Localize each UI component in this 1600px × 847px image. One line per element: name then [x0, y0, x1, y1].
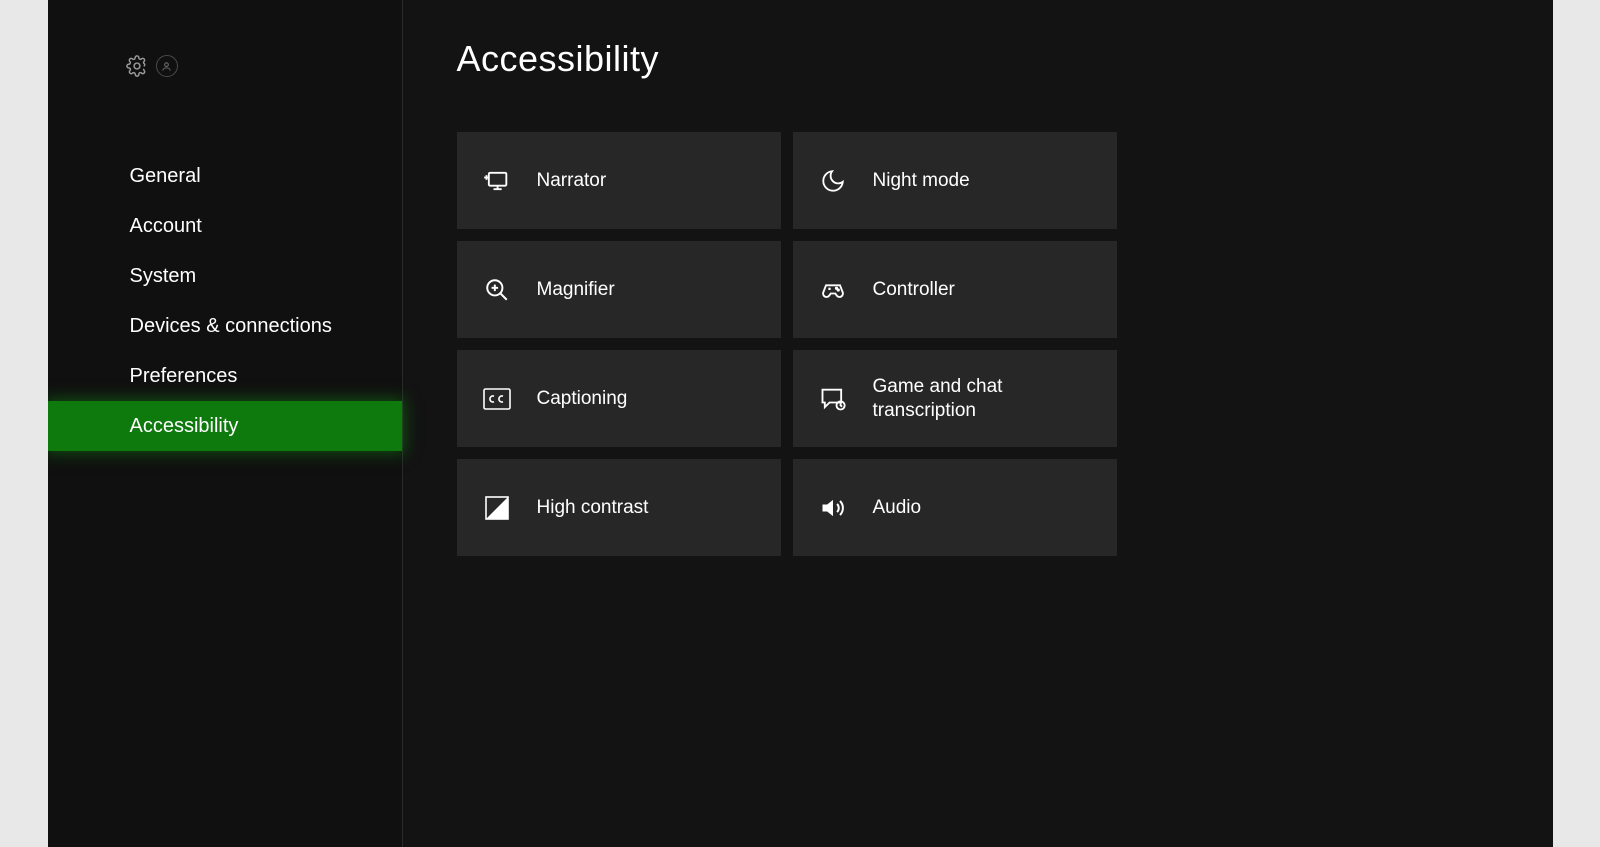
- tile-grid: Narrator Night mode Ma: [457, 132, 1499, 556]
- controller-icon: [819, 276, 847, 304]
- sidebar-item-label: General: [130, 165, 201, 188]
- tile-audio[interactable]: Audio: [793, 459, 1117, 556]
- sidebar-item-label: System: [130, 265, 197, 288]
- tile-label: Captioning: [537, 387, 628, 411]
- sidebar-item-label: Account: [130, 215, 202, 238]
- tile-captioning[interactable]: Captioning: [457, 350, 781, 447]
- transcription-icon: [819, 385, 847, 413]
- tile-label: Game and chat transcription: [873, 375, 1073, 423]
- sidebar-header: [48, 55, 402, 77]
- magnifier-icon: [483, 276, 511, 304]
- tile-label: Narrator: [537, 169, 607, 193]
- tile-label: High contrast: [537, 496, 649, 520]
- tile-label: Magnifier: [537, 278, 615, 302]
- tile-high-contrast[interactable]: High contrast: [457, 459, 781, 556]
- sidebar-item-label: Devices & connections: [130, 315, 332, 338]
- sidebar-item-account[interactable]: Account: [48, 201, 402, 251]
- page-title: Accessibility: [457, 38, 1499, 80]
- tile-label: Audio: [873, 496, 922, 520]
- tile-narrator[interactable]: Narrator: [457, 132, 781, 229]
- tile-label: Controller: [873, 278, 955, 302]
- captioning-icon: [483, 385, 511, 413]
- main-content: Accessibility Narrator: [403, 0, 1553, 847]
- night-mode-icon: [819, 167, 847, 195]
- tile-controller[interactable]: Controller: [793, 241, 1117, 338]
- tile-night-mode[interactable]: Night mode: [793, 132, 1117, 229]
- sidebar-item-devices[interactable]: Devices & connections: [48, 301, 402, 351]
- narrator-icon: [483, 167, 511, 195]
- tile-transcription[interactable]: Game and chat transcription: [793, 350, 1117, 447]
- tile-label: Night mode: [873, 169, 970, 193]
- tile-magnifier[interactable]: Magnifier: [457, 241, 781, 338]
- high-contrast-icon: [483, 494, 511, 522]
- sidebar-item-label: Preferences: [130, 365, 238, 388]
- sidebar-item-accessibility[interactable]: Accessibility: [48, 401, 402, 451]
- sidebar: General Account System Devices & connect…: [48, 0, 403, 847]
- audio-icon: [819, 494, 847, 522]
- sidebar-item-system[interactable]: System: [48, 251, 402, 301]
- profile-icon[interactable]: [156, 55, 178, 77]
- sidebar-item-label: Accessibility: [130, 415, 239, 438]
- gear-icon: [126, 55, 148, 77]
- sidebar-item-general[interactable]: General: [48, 151, 402, 201]
- sidebar-item-preferences[interactable]: Preferences: [48, 351, 402, 401]
- sidebar-nav: General Account System Devices & connect…: [48, 151, 402, 451]
- settings-window: General Account System Devices & connect…: [48, 0, 1553, 847]
